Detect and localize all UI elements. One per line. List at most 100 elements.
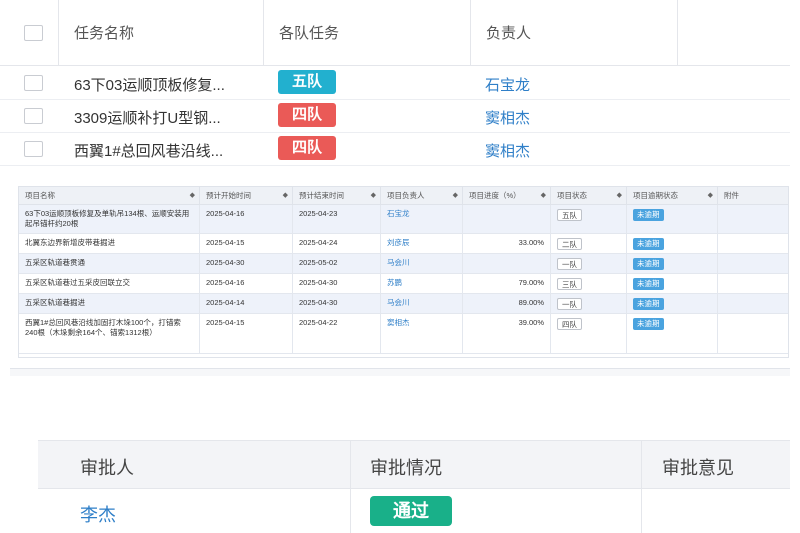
overdue-badge: 未逾期 (633, 298, 664, 310)
sort-icon[interactable]: ◆ (617, 187, 622, 205)
owner-link[interactable]: 马会川 (381, 294, 463, 313)
team-badge: 一队 (557, 298, 582, 310)
header-task-name[interactable]: 任务名称 (74, 24, 134, 44)
project-name: 五采区轨道巷过五采皮回联立交 (19, 274, 200, 293)
sort-icon[interactable]: ◆ (708, 187, 713, 205)
progress-value: 79.00% (463, 274, 551, 293)
overdue-badge: 未逾期 (633, 258, 664, 270)
approval-table-header: 审批人 审批情况 审批意见 (38, 440, 790, 489)
progress-value (463, 205, 551, 233)
project-table: 项目名称 ◆ 预计开始时间 ◆ 预计结束时间 ◆ 项目负责人 ◆ 项目进度（%） ◆ 项目… (18, 186, 789, 358)
end-date: 2025-04-30 (293, 274, 381, 293)
header-project-owner[interactable]: 项目负责人 ◆ (381, 187, 463, 205)
header-progress[interactable]: 项目进度（%） ◆ (463, 187, 551, 205)
header-owner[interactable]: 负责人 (486, 24, 531, 44)
project-name: 五采区轨道巷掘进 (19, 294, 200, 313)
table-row[interactable]: 西翼1#总回风巷沿线加固打木垛100个，打锚索240根（木垛剩余164个、锚索1… (19, 314, 788, 354)
overdue-badge: 未逾期 (633, 238, 664, 250)
table-row[interactable]: 西翼1#总回风巷沿线... 四队 窦相杰 (0, 133, 790, 166)
project-table-header: 项目名称 ◆ 预计开始时间 ◆ 预计结束时间 ◆ 项目负责人 ◆ 项目进度（%） ◆ 项目… (19, 187, 788, 205)
team-badge: 一队 (557, 258, 582, 270)
attachment-cell (718, 234, 788, 253)
start-date: 2025-04-16 (200, 274, 293, 293)
table-row[interactable]: 63下03运顺顶板修复... 五队 石宝龙 (0, 67, 790, 100)
header-status[interactable]: 项目状态 ◆ (551, 187, 627, 205)
team-tag: 四队 (278, 136, 336, 160)
sort-icon[interactable]: ◆ (541, 187, 546, 205)
table-row[interactable]: 北翼东边界新增皮带巷掘进 2025-04-15 2025-04-24 刘彦辰 3… (19, 234, 788, 254)
owner-link[interactable]: 石宝龙 (485, 74, 530, 95)
owner-link[interactable]: 窦相杰 (381, 314, 463, 353)
header-overdue[interactable]: 项目逾期状态 ◆ (627, 187, 718, 205)
project-name: 63下03运顺顶板修复及单轨吊134根、运顺安装用起吊锚杆约20根 (19, 205, 200, 233)
overdue-cell: 未逾期 (627, 314, 718, 353)
select-all-checkbox[interactable] (24, 25, 43, 41)
horizontal-scrollbar[interactable] (10, 368, 790, 376)
table-row[interactable]: 五采区轨道巷掘进 2025-04-14 2025-04-30 马会川 89.00… (19, 294, 788, 314)
start-date: 2025-04-15 (200, 314, 293, 353)
team-tag: 五队 (278, 70, 336, 94)
status-cell: 一队 (551, 294, 627, 313)
overdue-badge: 未逾期 (633, 278, 664, 290)
end-date: 2025-04-23 (293, 205, 381, 233)
task-name[interactable]: 3309运顺补打U型钢... (74, 107, 221, 128)
header-end-time[interactable]: 预计结束时间 ◆ (293, 187, 381, 205)
owner-link[interactable]: 窦相杰 (485, 107, 530, 128)
end-date: 2025-04-30 (293, 294, 381, 313)
attachment-cell (718, 294, 788, 313)
header-approval-opinion: 审批意见 (662, 458, 734, 478)
task-name[interactable]: 63下03运顺顶板修复... (74, 74, 225, 95)
start-date: 2025-04-30 (200, 254, 293, 273)
sort-icon[interactable]: ◆ (453, 187, 458, 205)
progress-value: 89.00% (463, 294, 551, 313)
team-badge: 二队 (557, 238, 582, 250)
progress-value: 39.00% (463, 314, 551, 353)
status-cell: 二队 (551, 234, 627, 253)
team-tag: 四队 (278, 103, 336, 127)
sort-icon[interactable]: ◆ (190, 187, 195, 205)
sort-icon[interactable]: ◆ (283, 187, 288, 205)
owner-link[interactable]: 窦相杰 (485, 140, 530, 161)
header-project-name[interactable]: 项目名称 ◆ (19, 187, 200, 205)
status-cell: 一队 (551, 254, 627, 273)
progress-value (463, 254, 551, 273)
table-row[interactable]: 3309运顺补打U型钢... 四队 窦相杰 (0, 100, 790, 133)
end-date: 2025-04-24 (293, 234, 381, 253)
header-attachment: 附件 (718, 187, 788, 205)
project-name: 西翼1#总回风巷沿线加固打木垛100个，打锚索240根（木垛剩余164个、锚索1… (19, 314, 200, 353)
owner-link[interactable]: 刘彦辰 (381, 234, 463, 253)
table-row[interactable]: 63下03运顺顶板修复及单轨吊134根、运顺安装用起吊锚杆约20根 2025-0… (19, 205, 788, 234)
overdue-cell: 未逾期 (627, 254, 718, 273)
attachment-cell (718, 205, 788, 233)
row-checkbox[interactable] (24, 75, 43, 91)
task-name[interactable]: 西翼1#总回风巷沿线... (74, 140, 223, 161)
owner-link[interactable]: 苏鹏 (381, 274, 463, 293)
start-date: 2025-04-15 (200, 234, 293, 253)
header-start-time[interactable]: 预计开始时间 ◆ (200, 187, 293, 205)
approver-link[interactable]: 李杰 (80, 501, 116, 527)
project-name: 五采区轨道巷贯通 (19, 254, 200, 273)
end-date: 2025-05-02 (293, 254, 381, 273)
owner-link[interactable]: 马会川 (381, 254, 463, 273)
header-approval-status: 审批情况 (370, 458, 442, 478)
task-table: 任务名称 各队任务 负责人 63下03运顺顶板修复... 五队 石宝龙 3309… (0, 0, 790, 166)
attachment-cell (718, 254, 788, 273)
sort-icon[interactable]: ◆ (371, 187, 376, 205)
team-badge: 四队 (557, 318, 582, 330)
team-badge: 五队 (557, 209, 582, 221)
owner-link[interactable]: 石宝龙 (381, 205, 463, 233)
table-row: 李杰 通过 (38, 489, 790, 533)
row-checkbox[interactable] (24, 108, 43, 124)
overdue-badge: 未逾期 (633, 209, 664, 221)
table-row[interactable]: 五采区轨道巷贯通 2025-04-30 2025-05-02 马会川 一队 未逾… (19, 254, 788, 274)
table-row[interactable]: 五采区轨道巷过五采皮回联立交 2025-04-16 2025-04-30 苏鹏 … (19, 274, 788, 294)
overdue-cell: 未逾期 (627, 205, 718, 233)
row-checkbox[interactable] (24, 141, 43, 157)
header-approver: 审批人 (80, 458, 134, 478)
approval-table: 审批人 审批情况 审批意见 李杰 通过 (38, 440, 790, 533)
header-team-task[interactable]: 各队任务 (279, 24, 339, 44)
progress-value: 33.00% (463, 234, 551, 253)
attachment-cell (718, 314, 788, 353)
status-cell: 五队 (551, 205, 627, 233)
overdue-badge: 未逾期 (633, 318, 664, 330)
